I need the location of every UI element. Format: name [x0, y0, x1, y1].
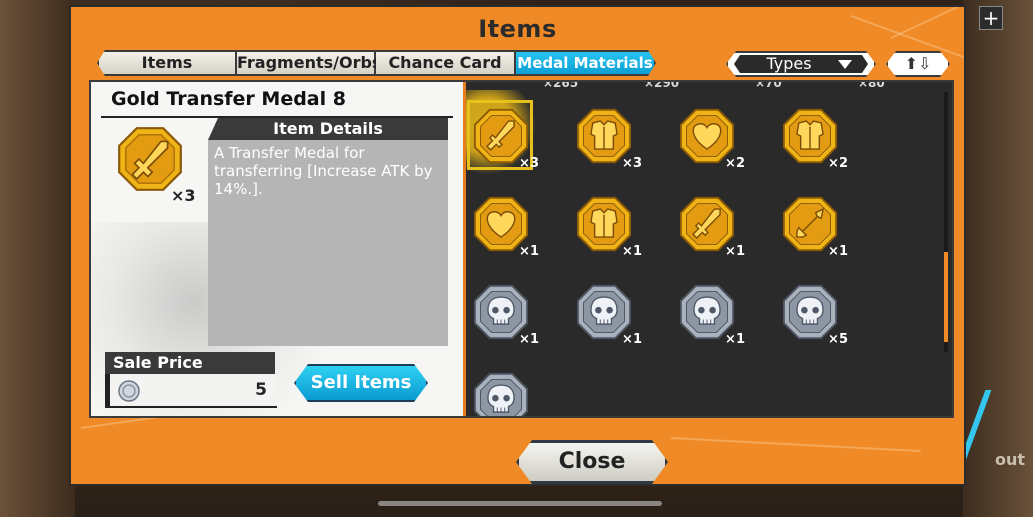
tab-bar: Items Fragments/Orbs Chance Card Medal M…	[97, 50, 656, 76]
medal-cell[interactable]: ×1	[558, 272, 648, 358]
medal-quantity: ×1	[725, 244, 745, 259]
item-details-box: A Transfer Medal for transferring [Incre…	[208, 140, 448, 346]
dialog-title: Items	[478, 15, 557, 43]
background-left	[0, 0, 75, 517]
partial-count: ×290	[644, 82, 680, 90]
sale-price-bar: 5	[105, 374, 277, 408]
silver-skull-medal-icon	[473, 372, 529, 416]
grid-scrollbar[interactable]	[944, 92, 948, 352]
background-right	[963, 0, 1033, 517]
chevron-down-icon	[838, 60, 852, 69]
medal-quantity: ×3	[519, 156, 539, 171]
tab-items[interactable]: Items	[97, 50, 237, 76]
medal-quantity: ×1	[622, 332, 642, 347]
types-dropdown-inner: Types	[734, 55, 868, 73]
item-name: Gold Transfer Medal 8	[111, 88, 346, 110]
tab-fragments-orbs[interactable]: Fragments/Orbs	[237, 50, 381, 76]
sale-price-label: Sale Price	[105, 352, 275, 374]
item-detail-panel: Gold Transfer Medal 8 ×3 Item Details A …	[91, 82, 463, 416]
sort-arrows-icon: ⬆⇩	[904, 54, 932, 73]
close-button[interactable]: Close	[516, 440, 668, 484]
medal-cell[interactable]: ×1	[764, 184, 854, 270]
medal-quantity: ×1	[519, 244, 539, 259]
sale-price-value: 5	[255, 380, 267, 400]
medal-quantity: ×2	[828, 156, 848, 171]
content-area: Gold Transfer Medal 8 ×3 Item Details A …	[89, 80, 954, 418]
medal-cell[interactable]: ×3	[466, 90, 547, 182]
title-bar: Items	[71, 7, 964, 49]
plus-icon: +	[979, 6, 1003, 30]
items-dialog: Items Items Fragments/Orbs Chance Card M…	[69, 5, 966, 486]
types-dropdown[interactable]: Types	[726, 51, 876, 77]
home-indicator	[378, 501, 662, 506]
medal-cell[interactable]: ×2	[764, 96, 854, 182]
medal-cell[interactable]: ×1	[466, 184, 545, 270]
medal-quantity: ×3	[622, 156, 642, 171]
medal-cell[interactable]: ×3	[558, 96, 648, 182]
tab-medal-materials[interactable]: Medal Materials	[516, 50, 656, 76]
types-dropdown-label: Types	[766, 54, 812, 73]
medal-quantity: ×5	[828, 332, 848, 347]
medal-cell[interactable]: ×1	[558, 184, 648, 270]
medal-quantity: ×2	[725, 156, 745, 171]
item-description: A Transfer Medal for transferring [Incre…	[214, 144, 433, 198]
selected-item-quantity: ×3	[171, 186, 196, 205]
partial-count: ×265	[543, 82, 579, 90]
medal-cell[interactable]: ×2	[661, 96, 751, 182]
medal-cell[interactable]: ×5	[764, 272, 854, 358]
name-underline	[101, 116, 453, 118]
medal-quantity: ×1	[828, 244, 848, 259]
background-out-text: out	[994, 450, 1025, 469]
scroll-thumb[interactable]	[944, 252, 948, 342]
medal-cell[interactable]: ×1	[466, 272, 545, 358]
medal-quantity: ×1	[622, 244, 642, 259]
partial-count: ×80	[858, 82, 885, 90]
tab-chance-card[interactable]: Chance Card	[376, 50, 516, 76]
partial-count: ×70	[755, 82, 782, 90]
medal-grid: ×265 ×290 ×70 ×80 ×3 ×3 ×2 ×2 ×1 ×1 ×1 ×1 ×1 ×1 ×1…	[466, 82, 952, 416]
medal-quantity: ×1	[725, 332, 745, 347]
berry-coin-icon	[118, 380, 140, 402]
medal-quantity: ×1	[519, 332, 539, 347]
medal-cell[interactable]	[466, 360, 545, 416]
gold-sword-medal-icon	[118, 127, 182, 191]
item-details-header: Item Details	[208, 118, 448, 140]
medal-grid-panel: ×265 ×290 ×70 ×80 ×3 ×3 ×2 ×2 ×1 ×1 ×1 ×1 ×1 ×1 ×1…	[466, 82, 952, 416]
sell-items-button[interactable]: Sell Items	[294, 364, 428, 402]
medal-cell[interactable]: ×1	[661, 272, 751, 358]
sort-order-button[interactable]: ⬆⇩	[886, 51, 950, 77]
medal-cell[interactable]: ×1	[661, 184, 751, 270]
